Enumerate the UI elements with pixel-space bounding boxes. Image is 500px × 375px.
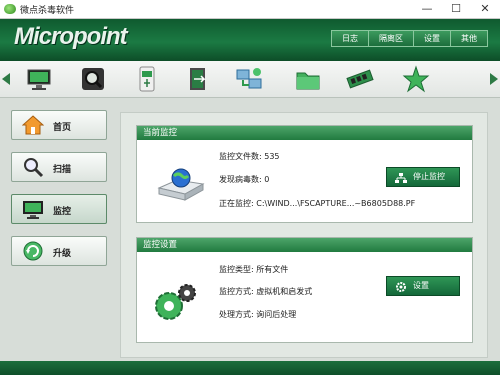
home-icon: [21, 114, 45, 136]
title-bar: 微点杀毒软件 — ☐ ✕: [0, 0, 500, 19]
menu-quarantine[interactable]: 隔离区: [368, 30, 414, 47]
monitor-icon[interactable]: [25, 65, 53, 93]
menu-log[interactable]: 日志: [331, 30, 369, 47]
nav-update-button[interactable]: 升级: [11, 236, 107, 266]
toolbar: [0, 61, 500, 98]
brand-logo: Micropoint: [14, 23, 128, 50]
panel-title: 监控设置: [137, 238, 472, 252]
magnifier-icon: [22, 156, 44, 178]
header-banner: Micropoint 日志 隔离区 设置 其他: [0, 19, 500, 61]
maximize-button[interactable]: ☐: [441, 0, 471, 18]
button-label: 设置: [413, 281, 429, 290]
hard-disk-globe-icon: [157, 168, 205, 205]
current-monitor-panel: 当前监控 监控文件数: 535 发现病毒数: 0 正在监控: C:\WIND..…: [136, 125, 473, 223]
app-window: 微点杀毒软件 — ☐ ✕ Micropoint 日志 隔离区 设置 其他 首页 …: [0, 0, 500, 375]
monitor-mode-text: 监控方式: 虚拟机和启发式: [219, 287, 313, 296]
menu-settings[interactable]: 设置: [413, 30, 451, 47]
memory-module-icon[interactable]: [346, 65, 374, 93]
magnifier-icon[interactable]: [79, 65, 107, 93]
window-title: 微点杀毒软件: [20, 6, 75, 16]
nav-label: 升级: [53, 249, 72, 259]
settings-button[interactable]: 设置: [386, 276, 460, 296]
exit-door-icon[interactable]: [184, 65, 212, 93]
monitoring-path-text: 正在监控: C:\WIND...\FSCAPTURE...~B6805D88.P…: [219, 199, 416, 208]
top-menu: 日志 隔离区 设置 其他: [331, 30, 488, 47]
gear-icon: [395, 281, 407, 292]
files-monitored-text: 监控文件数: 535: [219, 152, 280, 161]
button-label: 停止监控: [413, 172, 445, 181]
scroll-right-arrow-icon[interactable]: [490, 73, 498, 85]
folder-icon[interactable]: [294, 65, 322, 93]
scroll-left-arrow-icon[interactable]: [2, 73, 10, 85]
nav-monitor-button[interactable]: 监控: [11, 194, 107, 224]
handling-mode-text: 处理方式: 询问后处理: [219, 310, 297, 319]
menu-other[interactable]: 其他: [450, 30, 488, 47]
network-icon: [395, 172, 407, 183]
app-icon: [4, 4, 16, 14]
monitor-icon: [22, 198, 44, 220]
network-computers-icon[interactable]: [235, 65, 263, 93]
nav-scan-button[interactable]: 扫描: [11, 152, 107, 182]
close-button[interactable]: ✕: [470, 0, 500, 18]
viruses-found-text: 发现病毒数: 0: [219, 175, 270, 184]
nav-label: 监控: [53, 207, 72, 217]
nav-home-button[interactable]: 首页: [11, 110, 107, 140]
update-icon: [22, 240, 44, 262]
panel-title: 当前监控: [137, 126, 472, 140]
gears-icon: [153, 282, 197, 325]
nav-label: 首页: [53, 123, 72, 133]
main-content: 当前监控 监控文件数: 535 发现病毒数: 0 正在监控: C:\WIND..…: [120, 112, 488, 358]
stop-monitor-button[interactable]: 停止监控: [386, 167, 460, 187]
bottom-bar: [0, 361, 500, 375]
monitor-settings-panel: 监控设置 监控类型: 所有文件 监控方式: 虚拟机和启发式 处理方式: 询问后处…: [136, 237, 473, 343]
minimize-button[interactable]: —: [412, 0, 442, 18]
nav-label: 扫描: [53, 165, 72, 175]
usb-drive-icon[interactable]: [133, 65, 161, 93]
monitor-type-text: 监控类型: 所有文件: [219, 265, 289, 274]
star-icon[interactable]: [402, 65, 430, 93]
